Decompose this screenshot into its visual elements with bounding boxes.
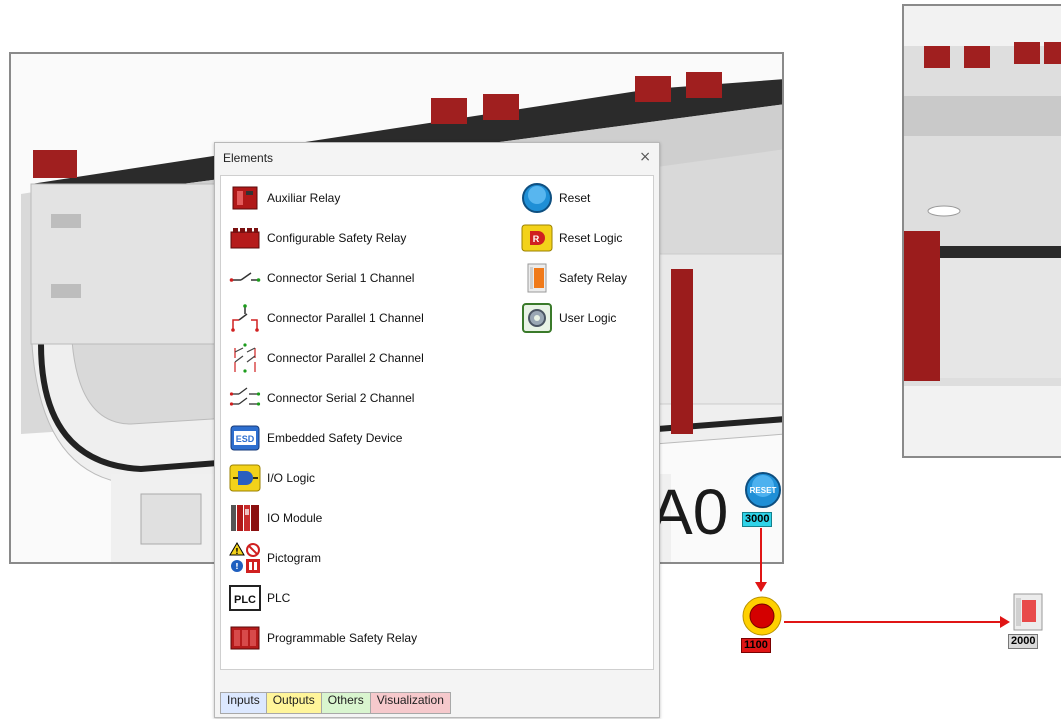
element-embedded-safety-device[interactable]: ESD Embedded Safety Device — [229, 422, 402, 454]
svg-text:!: ! — [235, 547, 239, 556]
close-icon[interactable]: × — [639, 149, 651, 165]
element-reset-logic[interactable]: R Reset Logic — [521, 222, 622, 254]
palette-title: Elements — [223, 151, 274, 165]
reset-icon: RESET — [745, 472, 781, 508]
element-connector-serial-1-channel[interactable]: Connector Serial 1 Channel — [229, 262, 414, 294]
element-io-logic[interactable]: I/O Logic — [229, 462, 315, 494]
reset-logic-icon: R — [521, 224, 553, 252]
reset-logic-icon-text: R — [533, 234, 540, 244]
tab-others[interactable]: Others — [320, 692, 371, 714]
connector-parallel-1-icon — [231, 304, 259, 332]
element-connector-parallel-2-channel[interactable]: Connector Parallel 2 Channel — [229, 342, 424, 374]
node-safety-relay-2000[interactable]: 2000 — [1008, 590, 1052, 652]
node-id-3000: 3000 — [742, 512, 773, 527]
safety-relay-icon — [527, 263, 547, 293]
tab-outputs[interactable]: Outputs — [265, 692, 322, 714]
node-id-2000: 2000 — [1008, 634, 1039, 649]
esd-icon-text: ESD — [236, 434, 255, 444]
element-reset[interactable]: Reset — [521, 182, 590, 214]
safety-relay-node-icon — [1013, 593, 1043, 631]
embedded-safety-device-icon: ESD — [230, 425, 260, 451]
arrowhead-3000-1100 — [755, 582, 767, 592]
element-io-module[interactable]: IO Module — [229, 502, 322, 534]
node-emergency-stop-1100[interactable]: 1100 — [740, 596, 786, 654]
tab-inputs[interactable]: Inputs — [220, 692, 267, 714]
emergency-stop-icon — [742, 596, 782, 636]
element-configurable-safety-relay[interactable]: Configurable Safety Relay — [229, 222, 406, 254]
reset-icon — [522, 183, 552, 213]
element-auxiliar-relay[interactable]: Auxiliar Relay — [229, 182, 340, 214]
plc-icon-text: PLC — [234, 594, 256, 606]
node-id-1100: 1100 — [741, 638, 771, 653]
pictogram-icon: ! ! — [229, 542, 260, 573]
element-connector-parallel-1-channel[interactable]: Connector Parallel 1 Channel — [229, 302, 424, 334]
connector-parallel-2-icon — [234, 343, 256, 373]
layout-canvas[interactable]: A0 RESET 3000 1100 2000 Elements × Auxil… — [0, 0, 1061, 719]
auxiliar-relay-icon — [232, 186, 258, 210]
elements-palette[interactable]: Elements × Auxiliar Relay Configurable S… — [214, 142, 660, 718]
element-safety-relay[interactable]: Safety Relay — [521, 262, 627, 294]
reset-icon-text: RESET — [750, 486, 777, 495]
element-programmable-safety-relay[interactable]: Programmable Safety Relay — [229, 622, 417, 654]
element-user-logic[interactable]: User Logic — [521, 302, 616, 334]
io-logic-icon — [229, 464, 261, 492]
connector-serial-2-icon — [229, 387, 261, 406]
element-plc[interactable]: PLC PLC — [229, 582, 290, 614]
connector-serial-1-icon — [229, 272, 261, 282]
node-reset-3000[interactable]: RESET 3000 — [741, 468, 785, 530]
io-module-icon — [231, 505, 259, 531]
user-logic-icon — [522, 303, 552, 333]
plc-icon: PLC — [229, 585, 261, 611]
tab-visualization[interactable]: Visualization — [369, 692, 451, 714]
configurable-safety-relay-icon — [230, 228, 260, 249]
element-connector-serial-2-channel[interactable]: Connector Serial 2 Channel — [229, 382, 414, 414]
elements-list[interactable]: Auxiliar Relay Configurable Safety Relay… — [220, 175, 654, 670]
palette-tabs: Inputs Outputs Others Visualization — [220, 692, 451, 714]
element-pictogram[interactable]: ! ! Pictogram — [229, 542, 321, 574]
programmable-safety-relay-icon — [230, 626, 260, 650]
svg-text:!: ! — [235, 562, 239, 571]
